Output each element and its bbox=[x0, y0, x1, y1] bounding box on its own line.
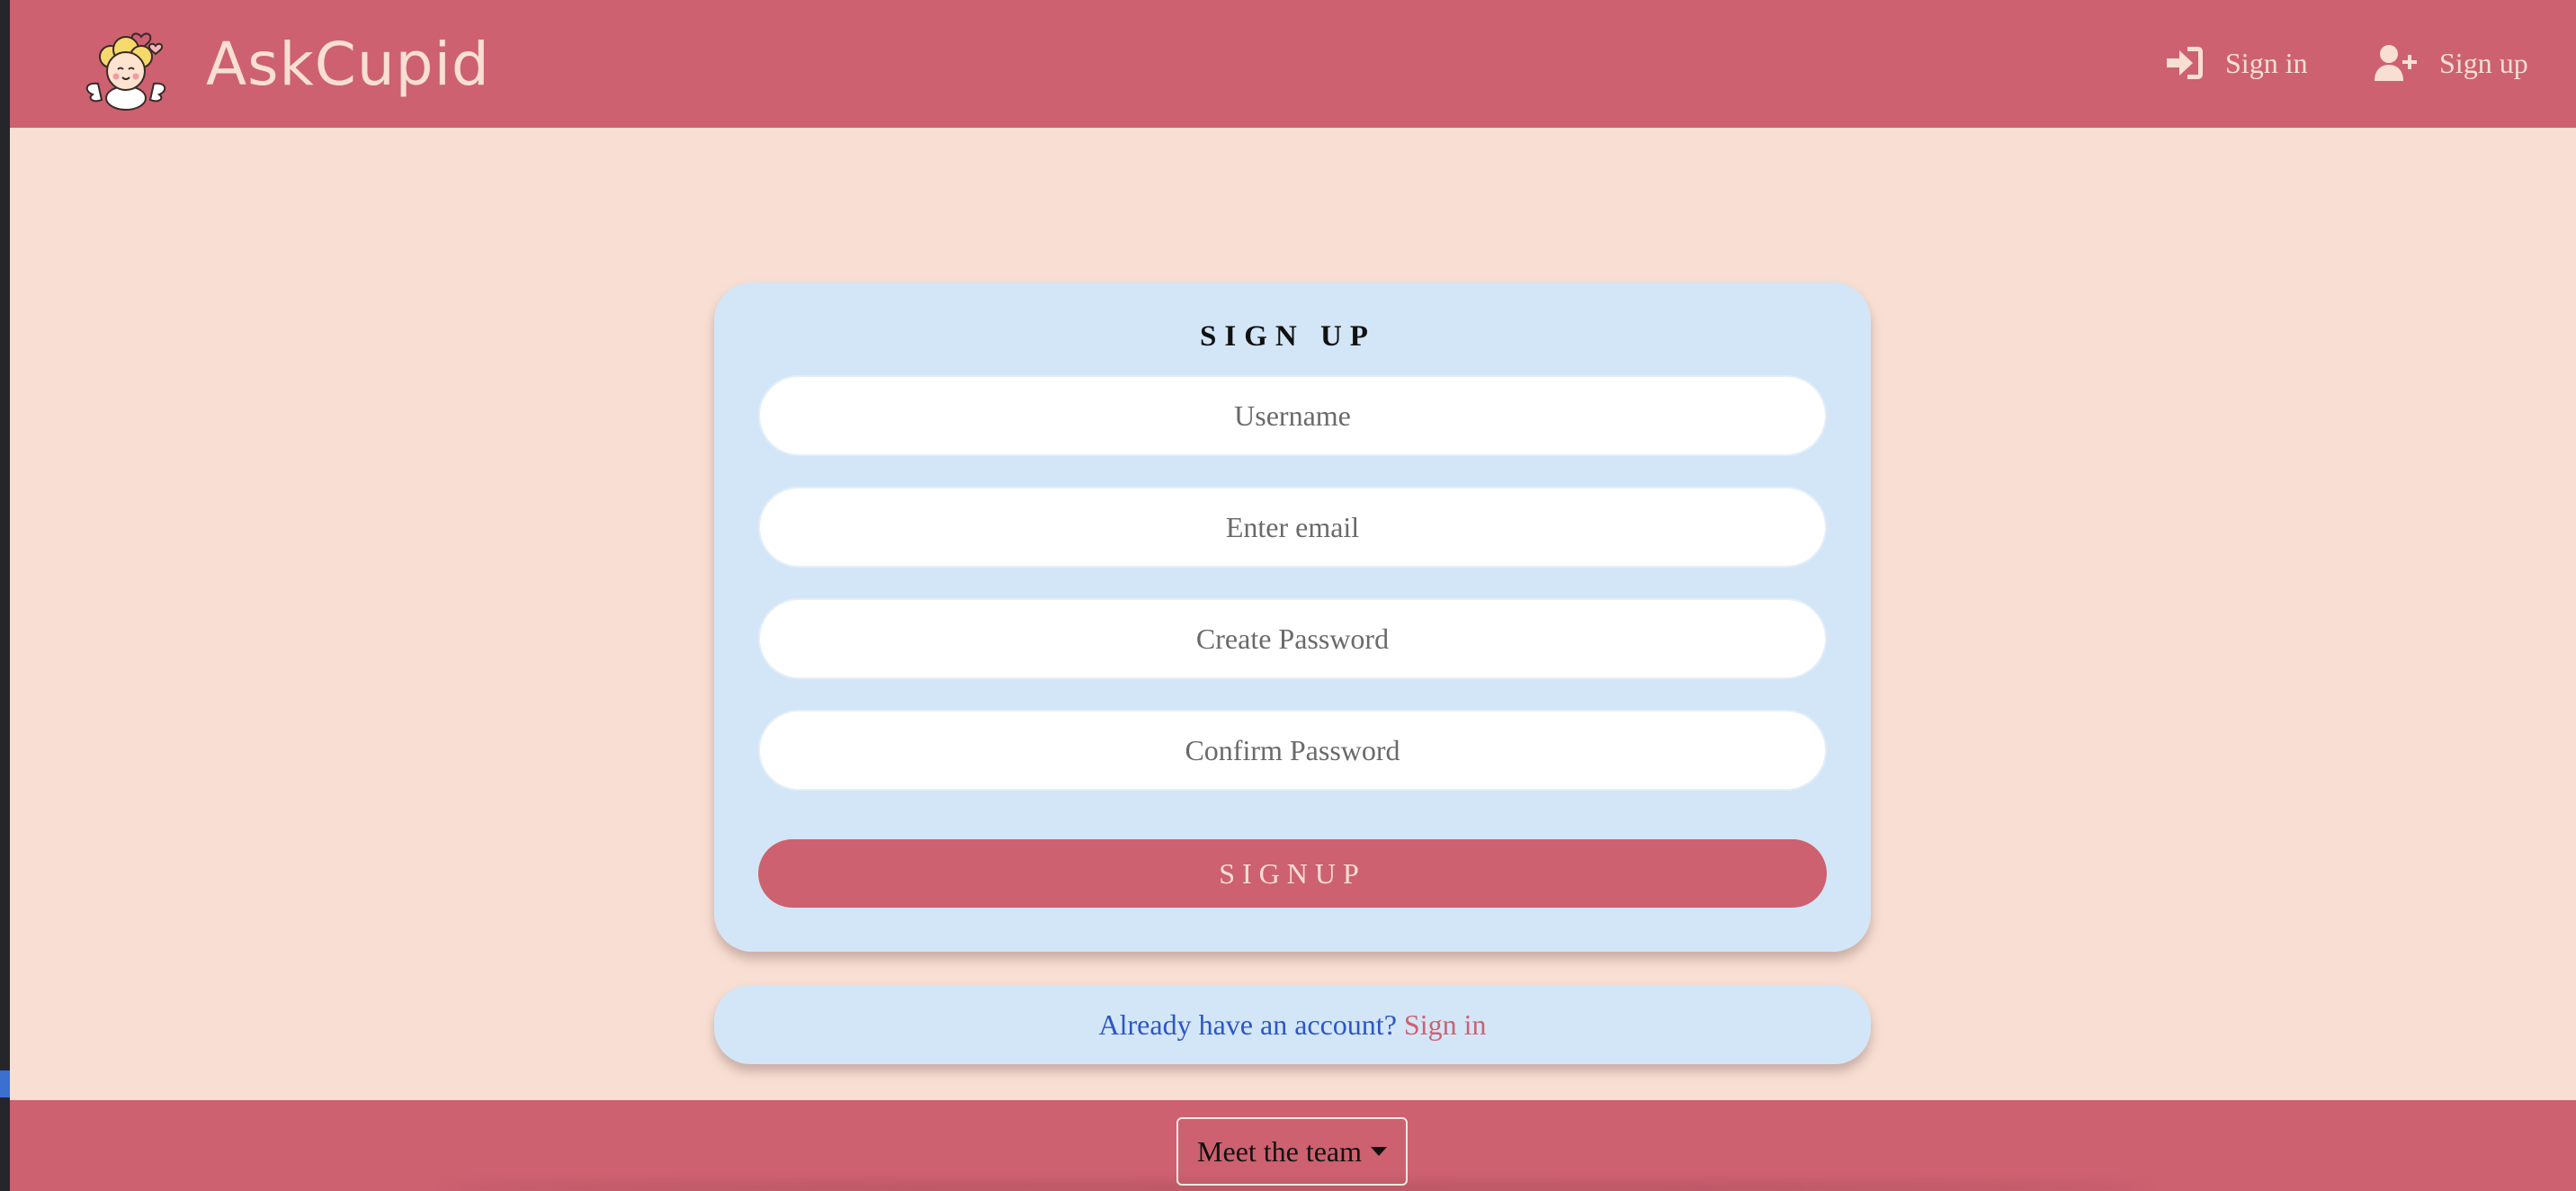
sign-in-icon bbox=[2167, 47, 2203, 79]
nav-sign-up-link[interactable]: Sign up bbox=[2373, 36, 2528, 90]
nav-sign-in-link[interactable]: Sign in bbox=[2164, 36, 2308, 90]
signin-prompt-card: Already have an account? Sign in bbox=[714, 985, 1871, 1064]
meet-the-team-dropdown[interactable]: Meet the team bbox=[1176, 1117, 1408, 1186]
signup-title: SIGN UP bbox=[1200, 320, 1376, 353]
nav-sign-in-label: Sign in bbox=[2225, 46, 2308, 79]
user-plus-icon bbox=[2375, 45, 2417, 81]
create-password-input[interactable] bbox=[758, 598, 1827, 679]
navbar: AskCupid Sign in Sign up bbox=[10, 0, 2576, 128]
window-edge-indicator bbox=[0, 1070, 10, 1097]
signin-prompt-text: Already have an account? bbox=[1098, 1007, 1397, 1041]
signup-button[interactable]: SIGNUP bbox=[758, 839, 1827, 908]
username-input[interactable] bbox=[758, 375, 1827, 456]
brand[interactable]: AskCupid bbox=[78, 13, 490, 115]
confirm-password-input[interactable] bbox=[758, 710, 1827, 791]
nav-sign-up-label: Sign up bbox=[2439, 46, 2528, 79]
cupid-logo-icon bbox=[85, 32, 166, 111]
app-name: AskCupid bbox=[206, 29, 490, 99]
meet-the-team-label: Meet the team bbox=[1196, 1134, 1363, 1168]
caret-down-icon bbox=[1371, 1147, 1388, 1156]
signin-link[interactable]: Sign in bbox=[1404, 1008, 1487, 1042]
window-edge bbox=[0, 0, 10, 1191]
email-input[interactable] bbox=[758, 487, 1827, 568]
